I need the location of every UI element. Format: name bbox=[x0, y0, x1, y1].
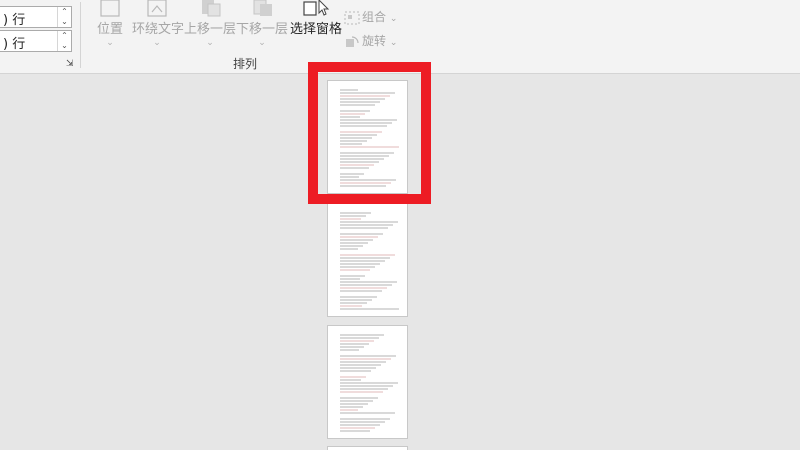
page-text-lines bbox=[340, 334, 398, 432]
rotate-label: 旋转 bbox=[362, 34, 387, 48]
selection-pane-label: 选择窗格 bbox=[290, 22, 343, 37]
position-label: 位置 bbox=[96, 22, 123, 37]
selection-pane-button[interactable]: 选择窗格 bbox=[290, 0, 342, 38]
spin-up-icon[interactable]: ⌃ bbox=[58, 7, 71, 17]
page-thumbnail[interactable] bbox=[327, 446, 408, 450]
chevron-down-icon: ⌄ bbox=[106, 38, 114, 48]
spinner-arrows[interactable]: ⌃ ⌄ bbox=[57, 31, 71, 51]
page-text-lines bbox=[340, 212, 399, 310]
spin-down-icon[interactable]: ⌄ bbox=[58, 41, 71, 51]
bring-forward-label: 上移一层 bbox=[184, 22, 237, 37]
send-backward-button[interactable]: 下移一层 ⌄ bbox=[236, 0, 288, 48]
position-button[interactable]: 位置 ⌄ bbox=[94, 0, 126, 48]
position-icon bbox=[100, 0, 120, 17]
selection-pane-icon bbox=[303, 0, 330, 16]
send-backward-icon bbox=[253, 0, 272, 16]
wrap-text-icon bbox=[147, 0, 167, 17]
page-thumbnail[interactable] bbox=[327, 203, 408, 317]
spacing-value[interactable]: ) 行 bbox=[3, 9, 25, 28]
spin-up-icon[interactable]: ⌃ bbox=[58, 31, 71, 41]
wrap-text-button[interactable]: 环绕文字 ⌄ bbox=[132, 0, 185, 48]
spacing-spinner-bottom[interactable]: ) 行 ⌃ ⌄ bbox=[0, 30, 72, 52]
chevron-down-icon: ⌄ bbox=[258, 38, 266, 48]
group-objects-icon bbox=[344, 11, 360, 24]
group-label: 组合 bbox=[362, 10, 387, 24]
send-backward-label: 下移一层 bbox=[236, 22, 289, 37]
bring-forward-button[interactable]: 上移一层 ⌄ bbox=[184, 0, 236, 48]
spin-down-icon[interactable]: ⌄ bbox=[58, 17, 71, 27]
bring-forward-icon bbox=[202, 0, 221, 17]
rotate-button[interactable]: 旋转 ⌄ bbox=[344, 32, 397, 49]
wrap-text-label: 环绕文字 bbox=[132, 22, 185, 37]
chevron-down-icon: ⌄ bbox=[206, 38, 214, 48]
chevron-down-icon: ⌄ bbox=[153, 38, 161, 48]
spacing-spinner-top[interactable]: ) 行 ⌃ ⌄ bbox=[0, 6, 72, 28]
chevron-down-icon: ⌄ bbox=[389, 14, 398, 24]
group-button[interactable]: 组合 ⌄ bbox=[344, 8, 397, 25]
spacing-value[interactable]: ) 行 bbox=[3, 33, 25, 52]
spinner-arrows[interactable]: ⌃ ⌄ bbox=[57, 7, 71, 27]
rotate-icon bbox=[346, 35, 359, 47]
highlight-box bbox=[308, 62, 431, 204]
chevron-down-icon: ⌄ bbox=[389, 38, 398, 48]
page-thumbnail[interactable] bbox=[327, 325, 408, 439]
